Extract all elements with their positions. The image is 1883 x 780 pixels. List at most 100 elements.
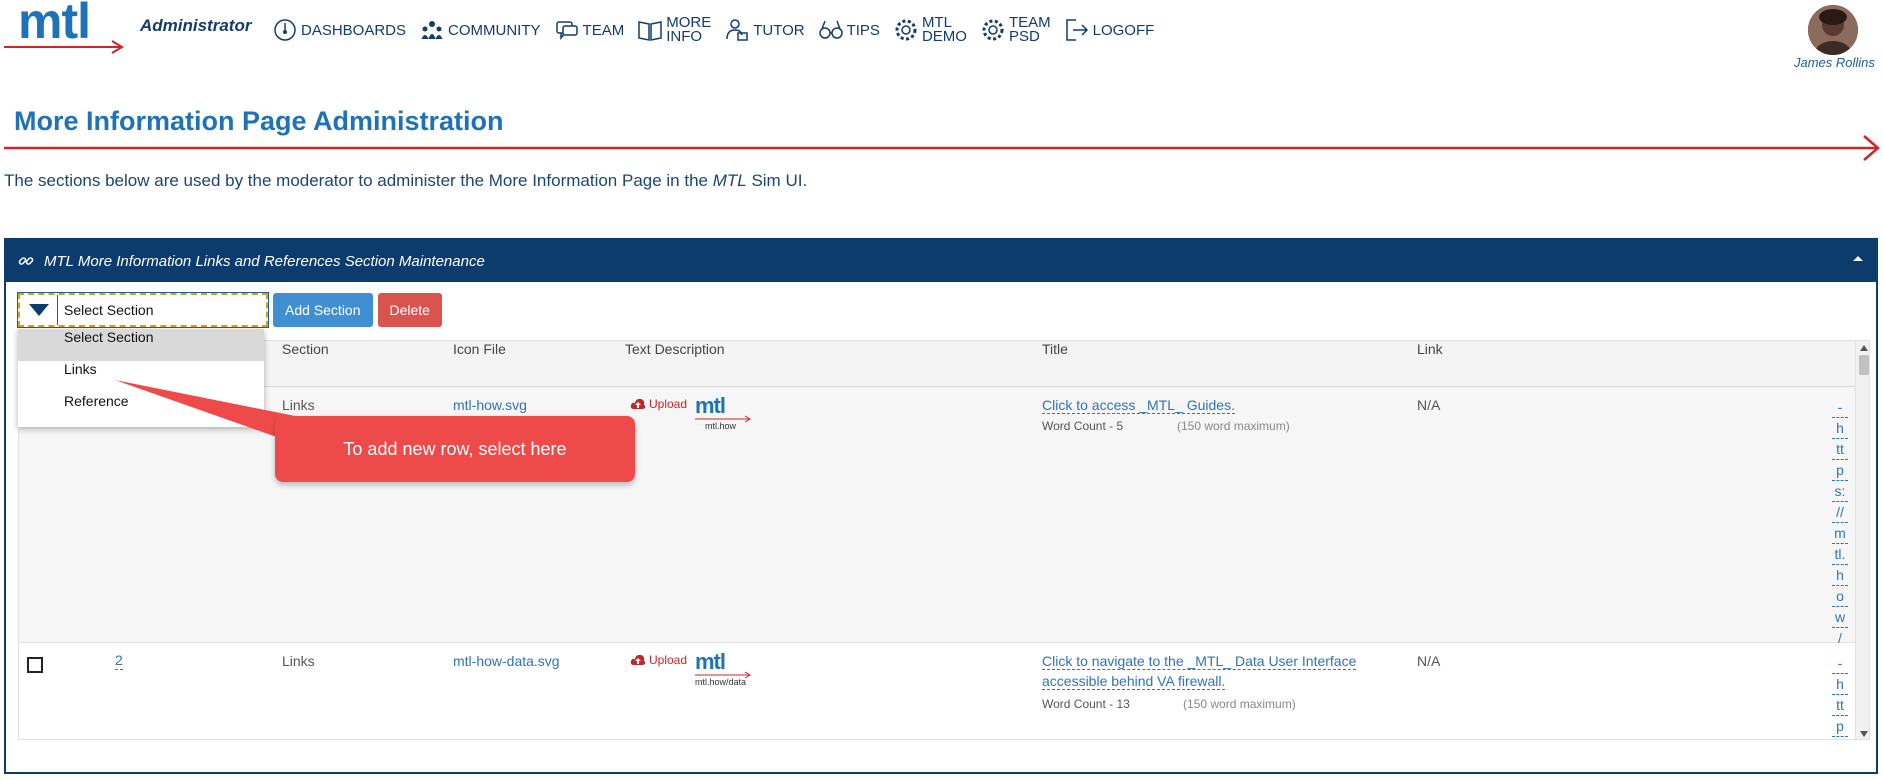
icon-preview: mtl mtl.how (695, 393, 751, 431)
table-row: 2 Links mtl-how-data.svg Upload mtl mtl.… (19, 643, 1855, 739)
row-title-text: Click to access _MTL_ Guides. (1042, 397, 1235, 414)
community-icon (421, 21, 443, 40)
url-char: o (1832, 586, 1848, 607)
row-icon-file[interactable]: mtl-how.svg (453, 397, 527, 413)
header-url (1822, 341, 1855, 387)
nav-team-psd[interactable]: TEAM PSD (980, 14, 1051, 45)
nav-tips[interactable]: TIPS (818, 17, 880, 43)
header-text-description[interactable]: Text Description (617, 341, 1034, 387)
nav-team-psd-label: TEAM PSD (1008, 14, 1051, 45)
nav-tutor[interactable]: TUTOR (724, 17, 805, 43)
word-max: (150 word maximum) (1177, 419, 1290, 433)
header-link[interactable]: Link (1409, 341, 1822, 387)
row-title[interactable]: Click to access _MTL_ Guides. (1042, 395, 1235, 415)
add-section-button[interactable]: Add Section (273, 293, 373, 327)
triangle-down-icon (28, 304, 49, 316)
title-arrow-divider (4, 135, 1880, 161)
logoff-icon (1065, 19, 1088, 41)
upload-label: Upload (649, 653, 688, 667)
team-chat-icon (555, 21, 578, 41)
top-navigation-bar: mtl Administrator DASHBOARDS COMMUNITY T… (0, 0, 1883, 72)
sections-table: Section Icon File Text Description Title… (18, 340, 1870, 740)
upload-label: Upload (649, 397, 688, 411)
row-title-line1: Click to navigate to the _MTL_ Data User… (1042, 653, 1357, 670)
gear-icon (895, 19, 917, 41)
nav-mtl-demo-label: MTL DEMO (921, 14, 967, 45)
nav-logoff-label: LOGOFF (1092, 21, 1155, 39)
row-url[interactable]: - h tt p s: // m tl. h o w / (1832, 397, 1848, 649)
user-name[interactable]: James Rollins (1794, 55, 1875, 70)
url-char: m (1832, 523, 1848, 544)
row-section: Links (282, 653, 315, 669)
preview-arrow-icon (695, 671, 751, 679)
url-char: h (1832, 418, 1848, 439)
url-char: h (1832, 565, 1848, 586)
table-scrollbar[interactable] (1855, 341, 1869, 739)
section-toolbar: Select Section Add Section Delete (17, 292, 442, 328)
icon-preview: mtl mtl.how/data (695, 649, 751, 687)
mtl-logo[interactable]: mtl (4, 0, 124, 56)
nav-community[interactable]: COMMUNITY (419, 17, 541, 43)
links-references-panel: MTL More Information Links and Reference… (4, 238, 1878, 774)
glasses-icon (818, 20, 843, 39)
nav-mtl-demo[interactable]: MTL DEMO (893, 14, 967, 45)
nav-more-info[interactable]: MORE INFO (637, 14, 712, 45)
url-char: tt (1832, 439, 1848, 460)
scroll-thumb[interactable] (1859, 355, 1869, 375)
panel-title: MTL More Information Links and Reference… (44, 252, 485, 270)
scroll-up-icon[interactable] (1860, 345, 1868, 351)
upload-button[interactable]: Upload (630, 653, 687, 667)
row-link: N/A (1417, 653, 1441, 669)
gear-icon (982, 19, 1004, 41)
select-toggle[interactable] (20, 295, 58, 325)
row-title-line2: accessible behind VA firewall. (1042, 673, 1226, 690)
row-url[interactable]: - h tt p (1832, 653, 1848, 737)
header-section[interactable]: Section (274, 341, 445, 387)
dropdown-option-select-section[interactable]: Select Section (18, 329, 264, 361)
preview-arrow-icon (695, 415, 751, 423)
avatar[interactable] (1808, 5, 1858, 55)
link-icon (18, 257, 34, 265)
delete-button[interactable]: Delete (377, 293, 442, 327)
header-title[interactable]: Title (1034, 341, 1409, 387)
callout-tooltip: To add new row, select here (275, 416, 635, 482)
intro-text: The sections below are used by the moder… (4, 171, 807, 191)
row-checkbox[interactable] (27, 657, 43, 673)
main-nav: DASHBOARDS COMMUNITY TEAM MORE INFO TUTOR… (272, 14, 1167, 45)
url-char: w (1832, 607, 1848, 628)
cloud-upload-icon (630, 654, 646, 665)
intro-text-part2: Sim UI. (746, 171, 808, 190)
cloud-upload-icon (630, 398, 646, 409)
row-icon-file[interactable]: mtl-how-data.svg (453, 653, 560, 669)
url-char: - (1832, 653, 1848, 674)
user-photo (1808, 5, 1858, 55)
nav-team[interactable]: TEAM (554, 17, 625, 43)
callout-pointer (115, 380, 295, 440)
row-link: N/A (1417, 397, 1441, 413)
nav-dashboards[interactable]: DASHBOARDS (272, 17, 406, 43)
panel-header[interactable]: MTL More Information Links and Reference… (6, 240, 1876, 282)
scroll-down-icon[interactable] (1860, 731, 1868, 737)
url-char: s: (1832, 481, 1848, 502)
intro-text-part1: The sections below are used by the moder… (4, 171, 713, 190)
nav-tutor-label: TUTOR (753, 21, 805, 39)
nav-more-info-label: MORE INFO (666, 14, 712, 45)
nav-tips-label: TIPS (846, 21, 880, 39)
url-char: - (1832, 397, 1848, 418)
nav-community-label: COMMUNITY (448, 21, 541, 39)
row-id-link[interactable]: 2 (115, 651, 123, 670)
book-icon (638, 21, 662, 41)
url-char: tl. (1832, 544, 1848, 565)
nav-logoff[interactable]: LOGOFF (1064, 17, 1155, 43)
upload-button[interactable]: Upload (630, 397, 687, 411)
nav-team-label: TEAM (582, 21, 625, 39)
chevron-up-icon[interactable] (1850, 250, 1866, 266)
word-max: (150 word maximum) (1183, 697, 1296, 711)
url-char: h (1832, 674, 1848, 695)
section-select[interactable]: Select Section (17, 292, 269, 328)
url-char: tt (1832, 695, 1848, 716)
row-title[interactable]: Click to navigate to the _MTL_ Data User… (1042, 651, 1372, 691)
header-icon-file[interactable]: Icon File (445, 341, 617, 387)
url-char: p (1832, 460, 1848, 481)
role-label: Administrator (140, 16, 252, 35)
